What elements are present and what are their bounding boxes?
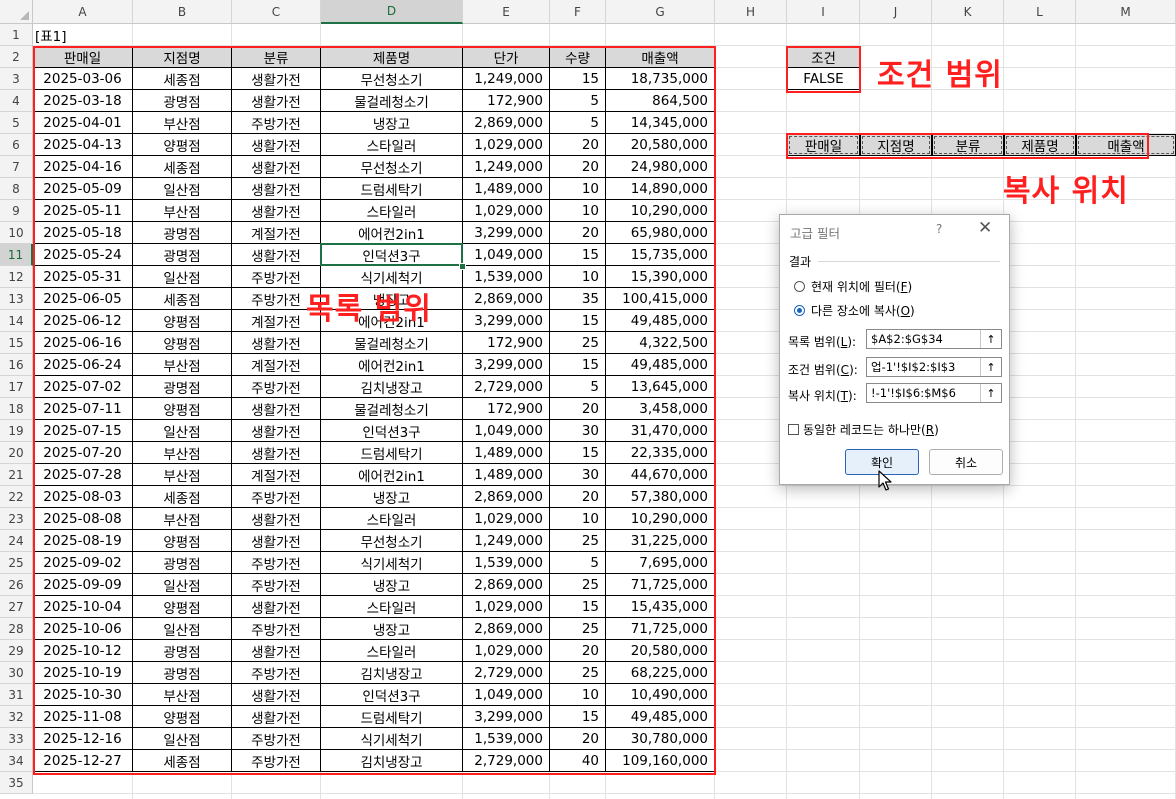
unique-records-checkbox[interactable]: 동일한 레코드는 하나만(R) — [788, 421, 939, 438]
collapse-dialog-icon[interactable]: ↑ — [980, 384, 1001, 402]
radio-copy-to-location[interactable]: 다른 장소에 복사(O) — [794, 302, 915, 319]
row-header-11[interactable]: 11 — [0, 244, 33, 266]
column-header-m[interactable]: M — [1076, 0, 1176, 24]
close-icon[interactable]: ✕ — [978, 218, 992, 238]
radio-label: 다른 장소에 복사(O) — [811, 304, 915, 318]
copy-to-label: 복사 위치(T): — [788, 389, 857, 403]
list-range-input[interactable] — [867, 331, 985, 347]
row-header-16[interactable]: 16 — [0, 354, 33, 376]
criteria-range-field[interactable]: ↑ — [866, 357, 1002, 377]
row-header-14[interactable]: 14 — [0, 310, 33, 332]
select-all-corner[interactable] — [0, 0, 33, 24]
row-header-25[interactable]: 25 — [0, 552, 33, 574]
copy-to-annotation: 복사 위치 — [1003, 174, 1129, 209]
row-header-4[interactable]: 4 — [0, 90, 33, 112]
row-header-33[interactable]: 33 — [0, 728, 33, 750]
column-header-g[interactable]: G — [606, 0, 715, 24]
row-header-30[interactable]: 30 — [0, 662, 33, 684]
fill-handle[interactable] — [459, 263, 466, 270]
column-header-k[interactable]: K — [932, 0, 1004, 24]
column-header-j[interactable]: J — [860, 0, 932, 24]
checkbox-icon — [788, 424, 799, 435]
copy-to-header-cell[interactable]: 판매일 — [787, 134, 860, 156]
row-header-2[interactable]: 2 — [0, 46, 33, 68]
row-header-18[interactable]: 18 — [0, 398, 33, 420]
checkbox-label: 동일한 레코드는 하나만(R) — [803, 423, 939, 437]
row-header-32[interactable]: 32 — [0, 706, 33, 728]
row-header-8[interactable]: 8 — [0, 178, 33, 200]
criteria-range-label: 조건 범위(C): — [788, 363, 858, 377]
row-header-22[interactable]: 22 — [0, 486, 33, 508]
table-title: [표1] — [35, 29, 67, 45]
list-range-field[interactable]: ↑ — [866, 329, 1002, 349]
copy-to-header-cell[interactable]: 매출액 — [1076, 134, 1176, 156]
collapse-dialog-icon[interactable]: ↑ — [980, 330, 1001, 348]
column-header-b[interactable]: B — [133, 0, 232, 24]
column-header-l[interactable]: L — [1004, 0, 1076, 24]
gridline — [33, 793, 1176, 794]
row-header-6[interactable]: 6 — [0, 134, 33, 156]
copy-to-field[interactable]: ↑ — [866, 383, 1002, 403]
advanced-filter-dialog: 고급 필터 ? ✕ 결과 현재 위치에 필터(F) 다른 장소에 복사(O) 목… — [779, 214, 1010, 485]
dialog-title: 고급 필터 — [790, 226, 840, 241]
radio-selected-icon — [794, 305, 805, 316]
section-divider — [818, 261, 1000, 262]
column-header-f[interactable]: F — [550, 0, 606, 24]
active-cell-selection[interactable] — [320, 243, 463, 266]
column-header-d[interactable]: D — [321, 0, 463, 24]
radio-icon — [794, 281, 805, 292]
row-header-24[interactable]: 24 — [0, 530, 33, 552]
row-header-12[interactable]: 12 — [0, 266, 33, 288]
list-range-annotation: 목록 범위 — [306, 292, 432, 327]
criteria-value-cell[interactable]: FALSE — [787, 68, 860, 90]
result-section-label: 결과 — [789, 255, 812, 269]
criteria-range-input[interactable] — [867, 359, 985, 375]
copy-to-header-cell[interactable]: 제품명 — [1004, 134, 1076, 156]
row-header-31[interactable]: 31 — [0, 684, 33, 706]
criteria-range-annotation: 조건 범위 — [877, 58, 1003, 93]
row-header-23[interactable]: 23 — [0, 508, 33, 530]
row-header-17[interactable]: 17 — [0, 376, 33, 398]
row-header-34[interactable]: 34 — [0, 750, 33, 772]
row-header-3[interactable]: 3 — [0, 68, 33, 90]
help-icon[interactable]: ? — [936, 222, 942, 236]
row-header-13[interactable]: 13 — [0, 288, 33, 310]
row-header-21[interactable]: 21 — [0, 464, 33, 486]
row-header-35[interactable]: 35 — [0, 772, 33, 794]
cancel-button[interactable]: 취소 — [929, 449, 1003, 475]
copy-to-header-cell[interactable]: 지점명 — [860, 134, 932, 156]
row-header-9[interactable]: 9 — [0, 200, 33, 222]
mouse-pointer-icon — [878, 470, 892, 491]
list-range-label: 목록 범위(L): — [788, 335, 857, 349]
criteria-header-cell[interactable]: 조건 — [787, 46, 860, 68]
column-header-c[interactable]: C — [232, 0, 321, 24]
table-border — [33, 46, 715, 772]
row-header-7[interactable]: 7 — [0, 156, 33, 178]
column-header-e[interactable]: E — [463, 0, 550, 24]
copy-to-header-cell[interactable]: 분류 — [932, 134, 1004, 156]
radio-filter-in-place[interactable]: 현재 위치에 필터(F) — [794, 278, 912, 295]
column-header-a[interactable]: A — [33, 0, 133, 24]
column-header-i[interactable]: I — [787, 0, 860, 24]
row-header-1[interactable]: 1 — [0, 24, 33, 46]
row-header-20[interactable]: 20 — [0, 442, 33, 464]
row-header-19[interactable]: 19 — [0, 420, 33, 442]
row-header-29[interactable]: 29 — [0, 640, 33, 662]
row-header-27[interactable]: 27 — [0, 596, 33, 618]
row-header-28[interactable]: 28 — [0, 618, 33, 640]
row-header-26[interactable]: 26 — [0, 574, 33, 596]
row-header-15[interactable]: 15 — [0, 332, 33, 354]
collapse-dialog-icon[interactable]: ↑ — [980, 358, 1001, 376]
radio-label: 현재 위치에 필터(F) — [811, 280, 913, 294]
row-header-10[interactable]: 10 — [0, 222, 33, 244]
column-header-h[interactable]: H — [715, 0, 787, 24]
copy-to-input[interactable] — [867, 385, 985, 401]
row-header-5[interactable]: 5 — [0, 112, 33, 134]
